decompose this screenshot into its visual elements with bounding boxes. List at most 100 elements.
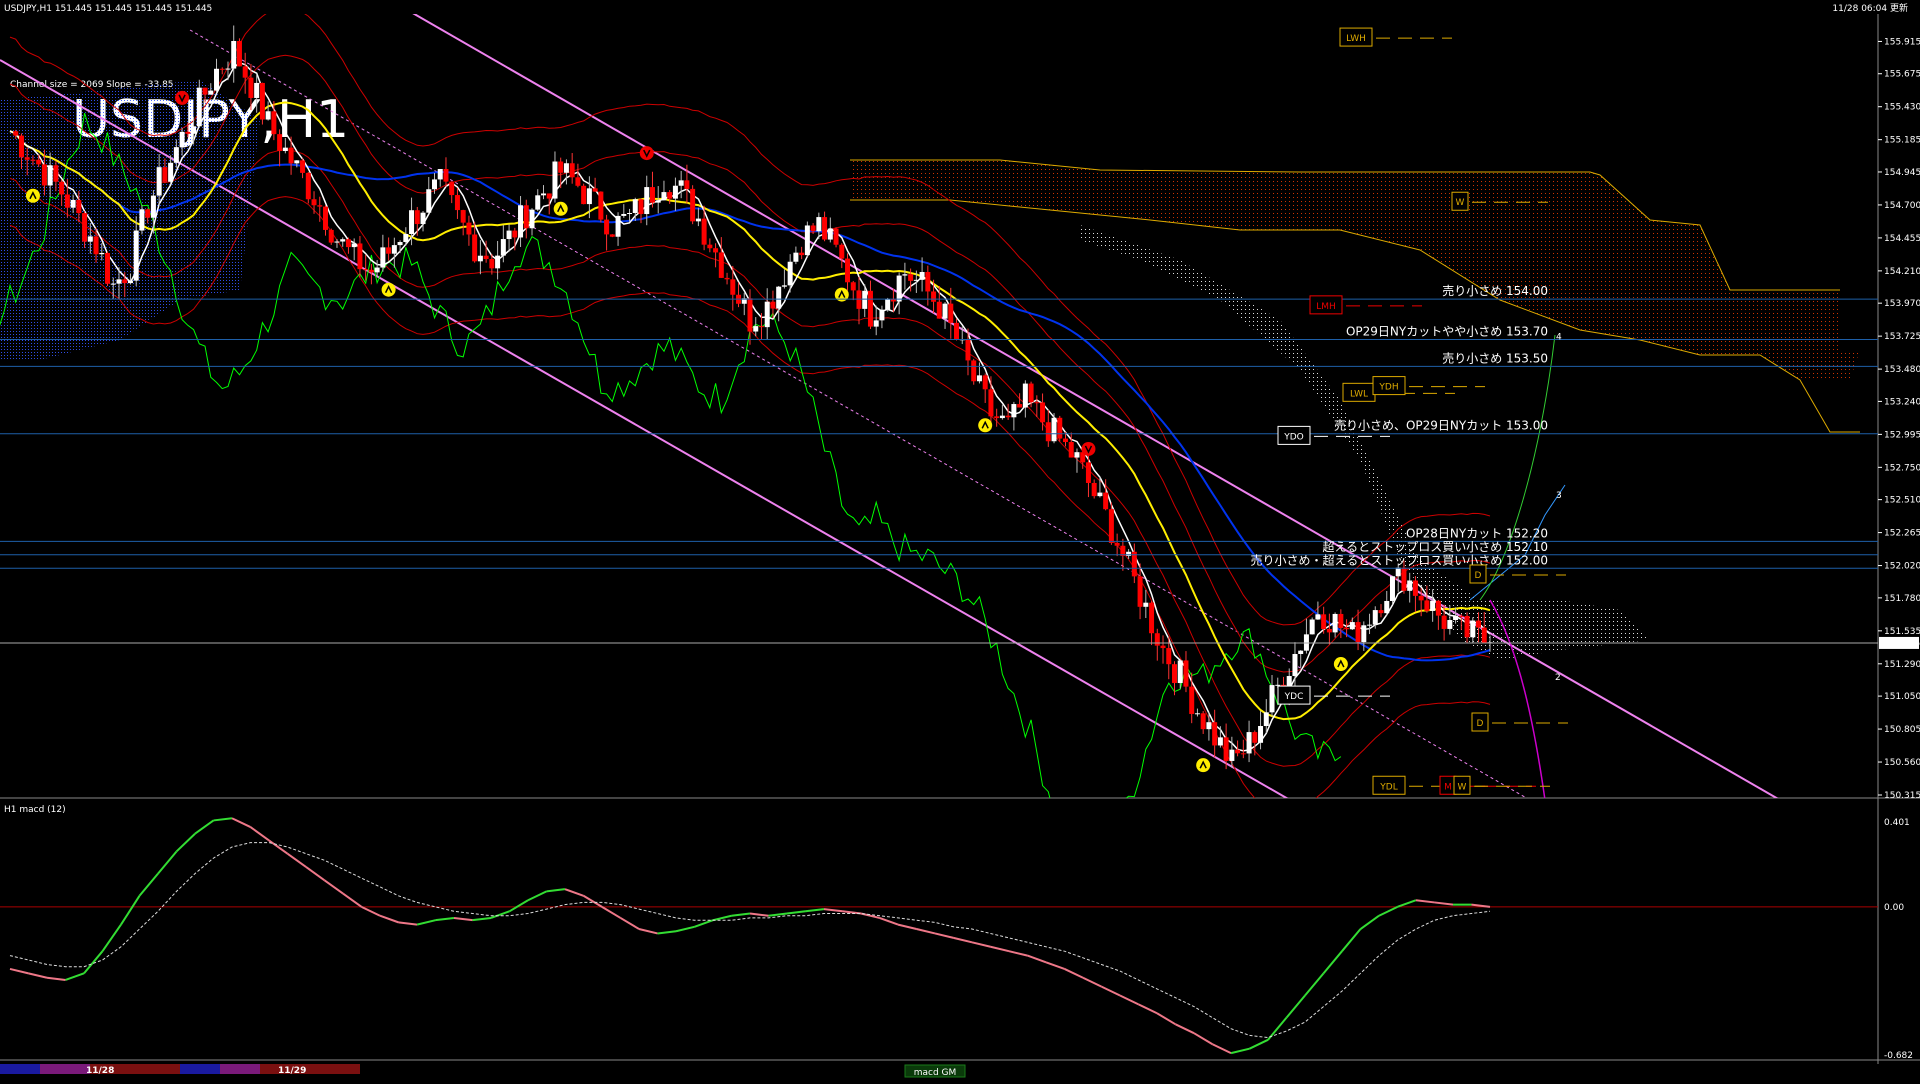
candle-body [122, 279, 128, 284]
chart-canvas[interactable]: USDJPY,H1 151.445 151.445 151.445 151.44… [0, 0, 1920, 1080]
candle-body [770, 301, 776, 309]
y-tick-label: 151.290 [1884, 660, 1920, 670]
pivot-marker-label: M [1444, 782, 1452, 792]
candle-body [76, 199, 82, 214]
candle-body [1470, 620, 1476, 638]
candle-body [936, 301, 942, 319]
candle-body [1384, 600, 1390, 614]
candle-body [1103, 492, 1109, 510]
y-tick-label: 152.265 [1884, 529, 1920, 539]
candle-body [764, 301, 770, 328]
candle-body [552, 161, 558, 199]
candle-body [311, 199, 317, 206]
candle-body [1091, 482, 1097, 497]
y-tick-label: 151.780 [1884, 594, 1920, 604]
candle-body [489, 259, 495, 269]
candle-body [1355, 622, 1361, 643]
candle-body [896, 275, 902, 302]
candle-body [191, 126, 197, 134]
candle-body [1057, 417, 1063, 439]
candle-body [41, 164, 47, 186]
candle-body [242, 66, 248, 78]
candle-body [804, 225, 810, 256]
candle-body [1321, 614, 1327, 630]
candle-body [684, 180, 690, 189]
candle-body [845, 258, 851, 283]
level-label: 売り小さめ、OP29日NYカット 153.00 [1334, 418, 1548, 433]
pivot-marker-label: YDO [1283, 432, 1304, 442]
macd-watermark: macd GM [914, 1068, 957, 1078]
candle-body [1435, 600, 1441, 616]
pivot-marker-label: D [1477, 719, 1484, 729]
date-label: 11/29 [278, 1066, 306, 1076]
candle-body [1315, 614, 1321, 620]
candle-body [730, 279, 736, 295]
candle-body [1309, 619, 1315, 635]
sell-signal-icon [175, 90, 190, 105]
candle-body [563, 163, 569, 173]
candle-body [1332, 613, 1338, 633]
candle-body [678, 180, 684, 186]
candle-body [317, 205, 323, 207]
candle-body [202, 87, 208, 95]
candle-body [810, 225, 816, 232]
candle-body [655, 200, 661, 203]
sell-signal-icon [1081, 441, 1096, 456]
candle-body [300, 160, 306, 173]
candle-body [1051, 417, 1057, 442]
candle-body [1235, 749, 1241, 754]
candle-body [632, 199, 638, 213]
candle-body [965, 339, 971, 361]
candle-body [1367, 624, 1373, 626]
candle-body [1200, 713, 1206, 730]
candle-body [994, 416, 1000, 419]
candle-body [87, 236, 93, 242]
candle-body [116, 279, 122, 284]
candle-body [879, 309, 885, 321]
candle-body [305, 172, 311, 200]
candle-body [1269, 685, 1275, 713]
candle-body [265, 111, 271, 120]
candle-body [391, 245, 397, 254]
candle-body [70, 199, 76, 208]
buy-signal-icon [1333, 657, 1348, 672]
candle-body [638, 199, 644, 215]
y-tick-label: 151.050 [1884, 692, 1920, 702]
candle-body [1418, 595, 1424, 601]
candle-body [724, 277, 730, 280]
candle-body [214, 68, 220, 91]
y-tick-label: 155.915 [1884, 37, 1920, 47]
candle-body [988, 389, 994, 417]
date-label: 11/28 [86, 1066, 114, 1076]
candle-body [345, 239, 351, 248]
pivot-marker-label: LMH [1316, 302, 1336, 312]
candle-body [799, 252, 805, 256]
chart-window: USDJPY,H1 151.445 151.445 151.445 151.44… [0, 0, 1920, 1080]
y-tick-label: 154.455 [1884, 234, 1920, 244]
candle-body [1171, 664, 1177, 684]
candle-body [919, 272, 925, 280]
macd-label: H1 macd (12) [4, 805, 66, 815]
candle-body [523, 205, 529, 229]
candle-body [609, 234, 615, 237]
candle-body [477, 255, 483, 262]
level-label: OP29日NYカットやや小さめ 153.70 [1346, 324, 1548, 338]
candle-body [661, 192, 667, 201]
candle-body [976, 375, 982, 382]
candle-body [1097, 492, 1103, 497]
pivot-marker-label: YDC [1284, 692, 1304, 702]
candle-body [1028, 383, 1034, 403]
candle-body [409, 210, 415, 234]
candle-body [839, 244, 845, 259]
candle-body [110, 283, 116, 285]
candle-body [282, 147, 288, 152]
candle-body [47, 165, 53, 186]
candle-body [816, 217, 822, 232]
candle-body [982, 375, 988, 390]
candle-body [294, 160, 300, 164]
candle-body [466, 222, 472, 235]
candle-body [1011, 404, 1017, 418]
candle-body [454, 195, 460, 211]
candle-body [1034, 402, 1040, 404]
projection-label: 3 [1556, 491, 1562, 501]
